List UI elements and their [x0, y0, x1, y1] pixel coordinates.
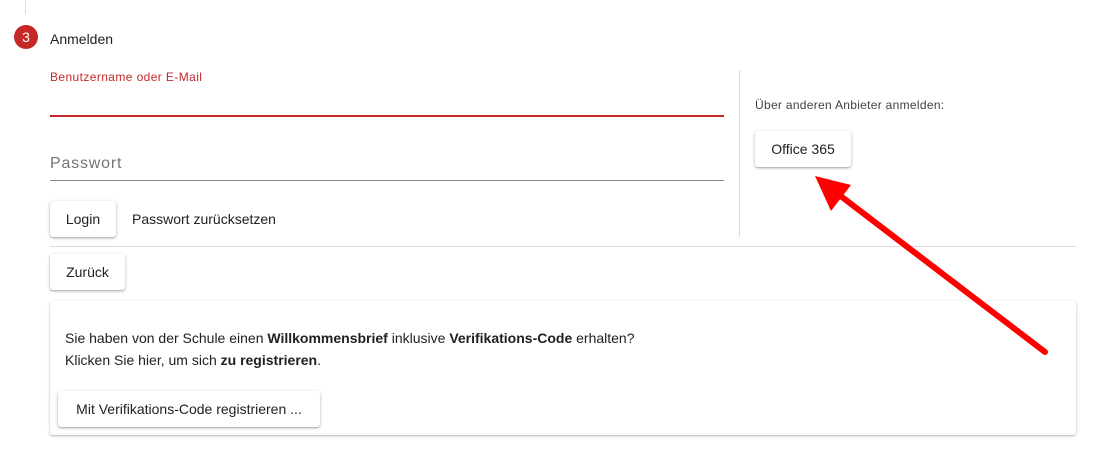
back-button[interactable]: Zurück: [50, 254, 125, 290]
stepper-connector-line: [25, 0, 26, 14]
registration-info-line-2: Klicken Sie hier, um sich zu registriere…: [65, 349, 635, 371]
username-field[interactable]: [50, 115, 724, 117]
vertical-divider: [739, 70, 740, 237]
register-term: zu registrieren: [220, 352, 318, 368]
registration-info-text: Sie haben von der Schule einen Willkomme…: [65, 327, 635, 371]
verification-code-term: Verifikations-Code: [449, 330, 573, 346]
registration-info-line-1: Sie haben von der Schule einen Willkomme…: [65, 327, 635, 349]
reset-password-link[interactable]: Passwort zurücksetzen: [132, 211, 276, 227]
annotation-arrow-head: [815, 176, 851, 211]
text-segment: inklusive: [387, 330, 450, 346]
other-provider-label: Über anderen Anbieter anmelden:: [755, 98, 945, 112]
register-with-code-button[interactable]: Mit Verifikations-Code registrieren ...: [58, 391, 320, 427]
text-segment: erhalten?: [572, 330, 635, 346]
password-field[interactable]: Passwort: [50, 155, 122, 173]
text-segment: .: [317, 352, 321, 368]
step-title: Anmelden: [50, 31, 114, 47]
welcome-letter-term: Willkommensbrief: [267, 330, 388, 346]
login-button[interactable]: Login: [50, 201, 116, 237]
password-field-underline: [50, 180, 724, 181]
text-segment: Klicken Sie hier, um sich: [65, 352, 221, 368]
text-segment: Sie haben von der Schule einen: [65, 330, 268, 346]
step-number-badge: 3: [14, 25, 38, 49]
username-field-label: Benutzername oder E-Mail: [50, 70, 203, 84]
horizontal-divider: [50, 246, 1076, 247]
office365-login-button[interactable]: Office 365: [755, 131, 851, 167]
